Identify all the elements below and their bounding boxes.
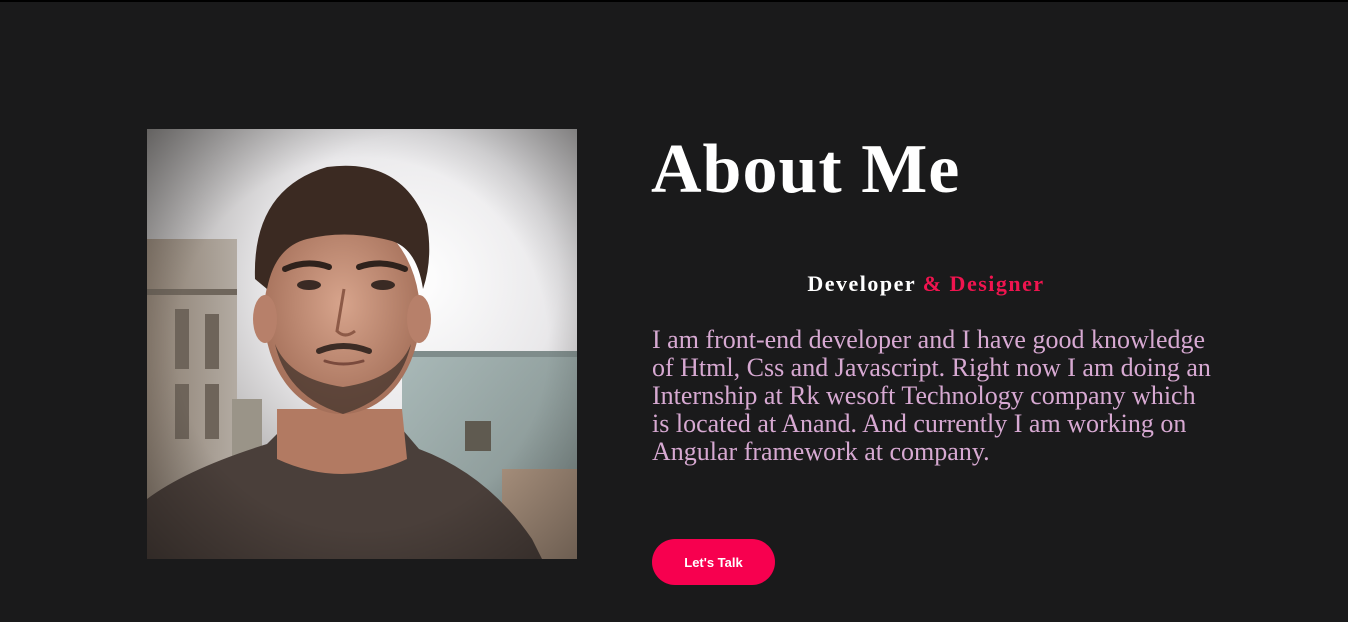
role-primary: Developer [807, 271, 916, 296]
role-accent: & Designer [922, 271, 1045, 296]
page-title: About Me [651, 131, 961, 208]
lets-talk-button[interactable]: Let's Talk [652, 539, 775, 585]
profile-photo [147, 129, 577, 559]
bio-text: I am front-end developer and I have good… [652, 325, 1211, 466]
role-subtitle: Developer & Designer [652, 270, 1200, 298]
profile-photo-illustration [147, 129, 577, 559]
